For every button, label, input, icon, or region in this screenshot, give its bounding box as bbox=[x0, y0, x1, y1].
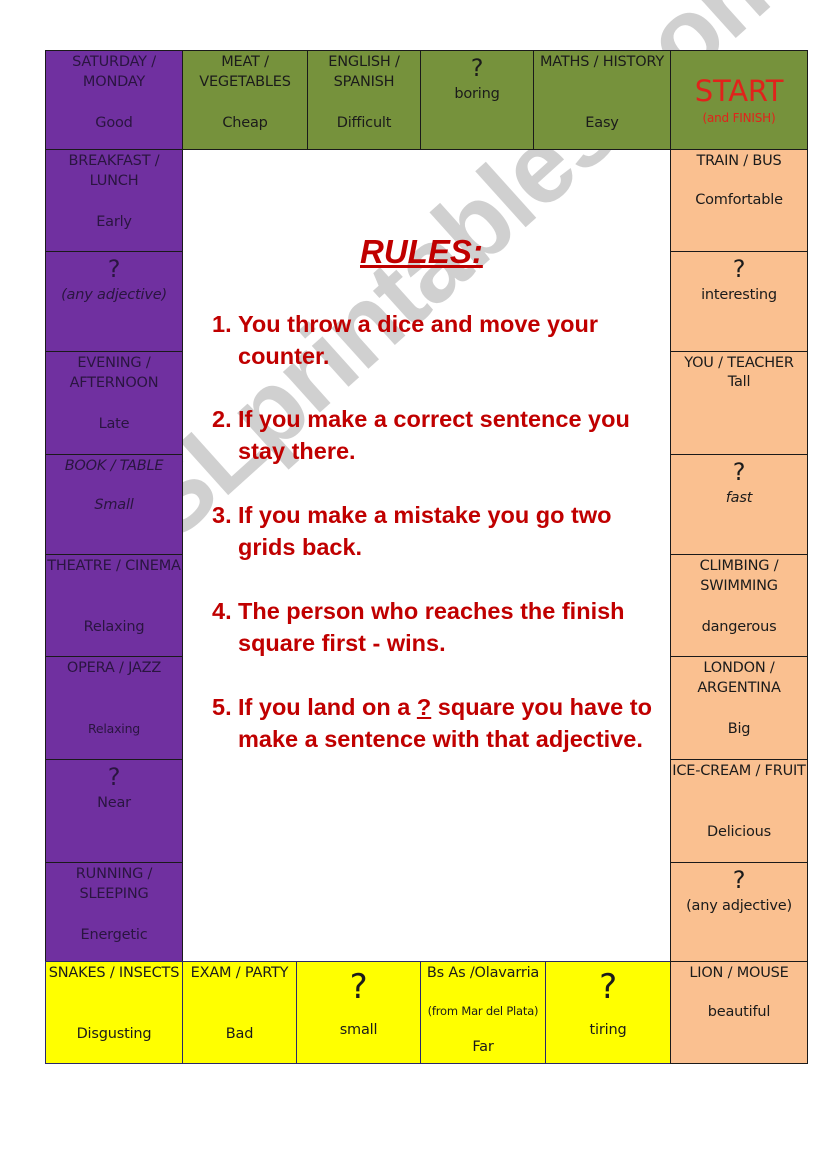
board-square: LION / MOUSE beautiful bbox=[670, 961, 808, 1064]
question-mark-icon: ? bbox=[349, 967, 368, 1007]
square-topic: CLIMBING / SWIMMING bbox=[699, 558, 779, 594]
square-topic: EXAM / PARTY bbox=[190, 965, 289, 981]
board-square: ? (any adjective) bbox=[45, 251, 183, 352]
rules-title: RULES: bbox=[360, 233, 483, 270]
board-square: BREAKFAST / LUNCH Early bbox=[45, 149, 183, 252]
question-mark-icon: ? bbox=[107, 763, 121, 791]
square-adjective: Bad bbox=[225, 1026, 254, 1042]
square-adjective: (any adjective) bbox=[686, 898, 792, 914]
square-adjective: interesting bbox=[701, 287, 777, 303]
board-square: SATURDAY / MONDAY Good bbox=[45, 50, 183, 150]
board-square: ICE-CREAM / FRUIT Delicious bbox=[670, 759, 808, 863]
start-label: START bbox=[694, 74, 784, 108]
start-sublabel: (and FINISH) bbox=[702, 111, 776, 125]
board-square: MEAT / VEGETABLES Cheap bbox=[182, 50, 308, 150]
square-topic: BREAKFAST / LUNCH bbox=[68, 153, 160, 189]
board-square: CLIMBING / SWIMMING dangerous bbox=[670, 554, 808, 657]
square-adjective: tiring bbox=[589, 1022, 627, 1038]
square-adjective: Big bbox=[727, 721, 751, 737]
square-topic: MEAT / VEGETABLES bbox=[199, 54, 291, 90]
board-square: ? Near bbox=[45, 759, 183, 863]
square-adjective: Difficult bbox=[336, 115, 392, 131]
square-adjective: Relaxing bbox=[83, 619, 145, 635]
square-topic: THEATRE / CINEMA bbox=[47, 558, 181, 574]
question-mark-icon: ? bbox=[732, 458, 746, 486]
square-adjective: dangerous bbox=[701, 619, 777, 635]
board-square: ? small bbox=[296, 961, 421, 1064]
board-square: ? tiring bbox=[545, 961, 671, 1064]
square-topic: YOU / TEACHER bbox=[684, 355, 794, 371]
square-adjective: small bbox=[339, 1022, 378, 1038]
square-adjective: Delicious bbox=[707, 824, 771, 840]
square-topic: BOOK / TABLE bbox=[64, 458, 164, 474]
square-adjective: Comfortable bbox=[695, 192, 783, 208]
square-adjective: Late bbox=[98, 416, 130, 432]
rule-4: 4. The person who reaches the finish squa… bbox=[212, 598, 625, 656]
board-square: THEATRE / CINEMA Relaxing bbox=[45, 554, 183, 657]
board-square: ? interesting bbox=[670, 251, 808, 352]
rule-2: 2. If you make a correct sentence you sta… bbox=[212, 406, 630, 464]
board-square: ? boring bbox=[420, 50, 534, 150]
board-square: EXAM / PARTY Bad bbox=[182, 961, 297, 1064]
square-adjective: (any adjective) bbox=[61, 287, 167, 303]
square-topic: LONDON / ARGENTINA bbox=[697, 660, 781, 696]
board-square: MATHS / HISTORY Easy bbox=[533, 50, 671, 150]
board-square: ? fast bbox=[670, 454, 808, 555]
square-adjective: Energetic bbox=[80, 927, 148, 943]
board-square: RUNNING / SLEEPING Energetic bbox=[45, 862, 183, 962]
board-square: ENGLISH / SPANISH Difficult bbox=[307, 50, 421, 150]
square-adjective: boring bbox=[454, 86, 500, 102]
board-square: EVENING / AFTERNOON Late bbox=[45, 351, 183, 455]
square-note: (from Mar del Plata) bbox=[427, 1004, 539, 1018]
square-adjective: beautiful bbox=[707, 1004, 771, 1020]
square-adjective: Good bbox=[95, 115, 133, 131]
question-mark-symbol: ? bbox=[416, 694, 432, 720]
board-square: YOU / TEACHER Tall bbox=[670, 351, 808, 455]
question-mark-icon: ? bbox=[599, 967, 617, 1007]
board-square: ? (any adjective) bbox=[670, 862, 808, 962]
board-square: START (and FINISH) bbox=[670, 50, 808, 150]
square-topic: Bs As /Olavarria bbox=[426, 965, 540, 981]
square-topic: SATURDAY / MONDAY bbox=[72, 54, 156, 90]
board-square: LONDON / ARGENTINA Big bbox=[670, 656, 808, 760]
square-topic: LION / MOUSE bbox=[689, 965, 789, 981]
square-topic: TRAIN / BUS bbox=[696, 153, 782, 169]
square-topic: ICE-CREAM / FRUIT bbox=[672, 763, 806, 779]
square-adjective: Small bbox=[94, 497, 134, 513]
rule-5: 5. If you land on a ? square you have to … bbox=[212, 694, 652, 752]
square-adjective: Relaxing bbox=[87, 721, 141, 736]
square-topic: MATHS / HISTORY bbox=[539, 54, 665, 70]
square-adjective: Disgusting bbox=[76, 1026, 152, 1042]
square-adjective: Early bbox=[96, 214, 132, 230]
square-adjective: Far bbox=[472, 1039, 494, 1055]
square-adjective: fast bbox=[725, 490, 753, 506]
board-square: TRAIN / BUS Comfortable bbox=[670, 149, 808, 252]
square-topic: RUNNING / SLEEPING bbox=[75, 866, 153, 902]
board-square: Bs As /Olavarria (from Mar del Plata) Far bbox=[420, 961, 546, 1064]
square-topic: EVENING / AFTERNOON bbox=[69, 355, 159, 391]
square-adjective: Tall bbox=[727, 374, 751, 390]
square-adjective: Easy bbox=[585, 115, 619, 131]
square-topic: ENGLISH / SPANISH bbox=[328, 54, 400, 90]
square-adjective: Near bbox=[97, 795, 131, 811]
question-mark-icon: ? bbox=[732, 255, 746, 283]
rule-1: 1. You throw a dice and move your counter… bbox=[212, 311, 598, 369]
rule-3: 3. If you make a mistake you go two grids… bbox=[212, 502, 612, 560]
board-square: OPERA / JAZZ Relaxing bbox=[45, 656, 183, 760]
board-square: SNAKES / INSECTS Disgusting bbox=[45, 961, 183, 1064]
square-topic: SNAKES / INSECTS bbox=[48, 965, 180, 981]
board-square: BOOK / TABLE Small bbox=[45, 454, 183, 555]
square-adjective: Cheap bbox=[222, 115, 268, 131]
question-mark-icon: ? bbox=[470, 54, 484, 82]
square-topic: OPERA / JAZZ bbox=[66, 660, 162, 676]
question-mark-icon: ? bbox=[732, 866, 746, 894]
question-mark-icon: ? bbox=[107, 255, 121, 283]
